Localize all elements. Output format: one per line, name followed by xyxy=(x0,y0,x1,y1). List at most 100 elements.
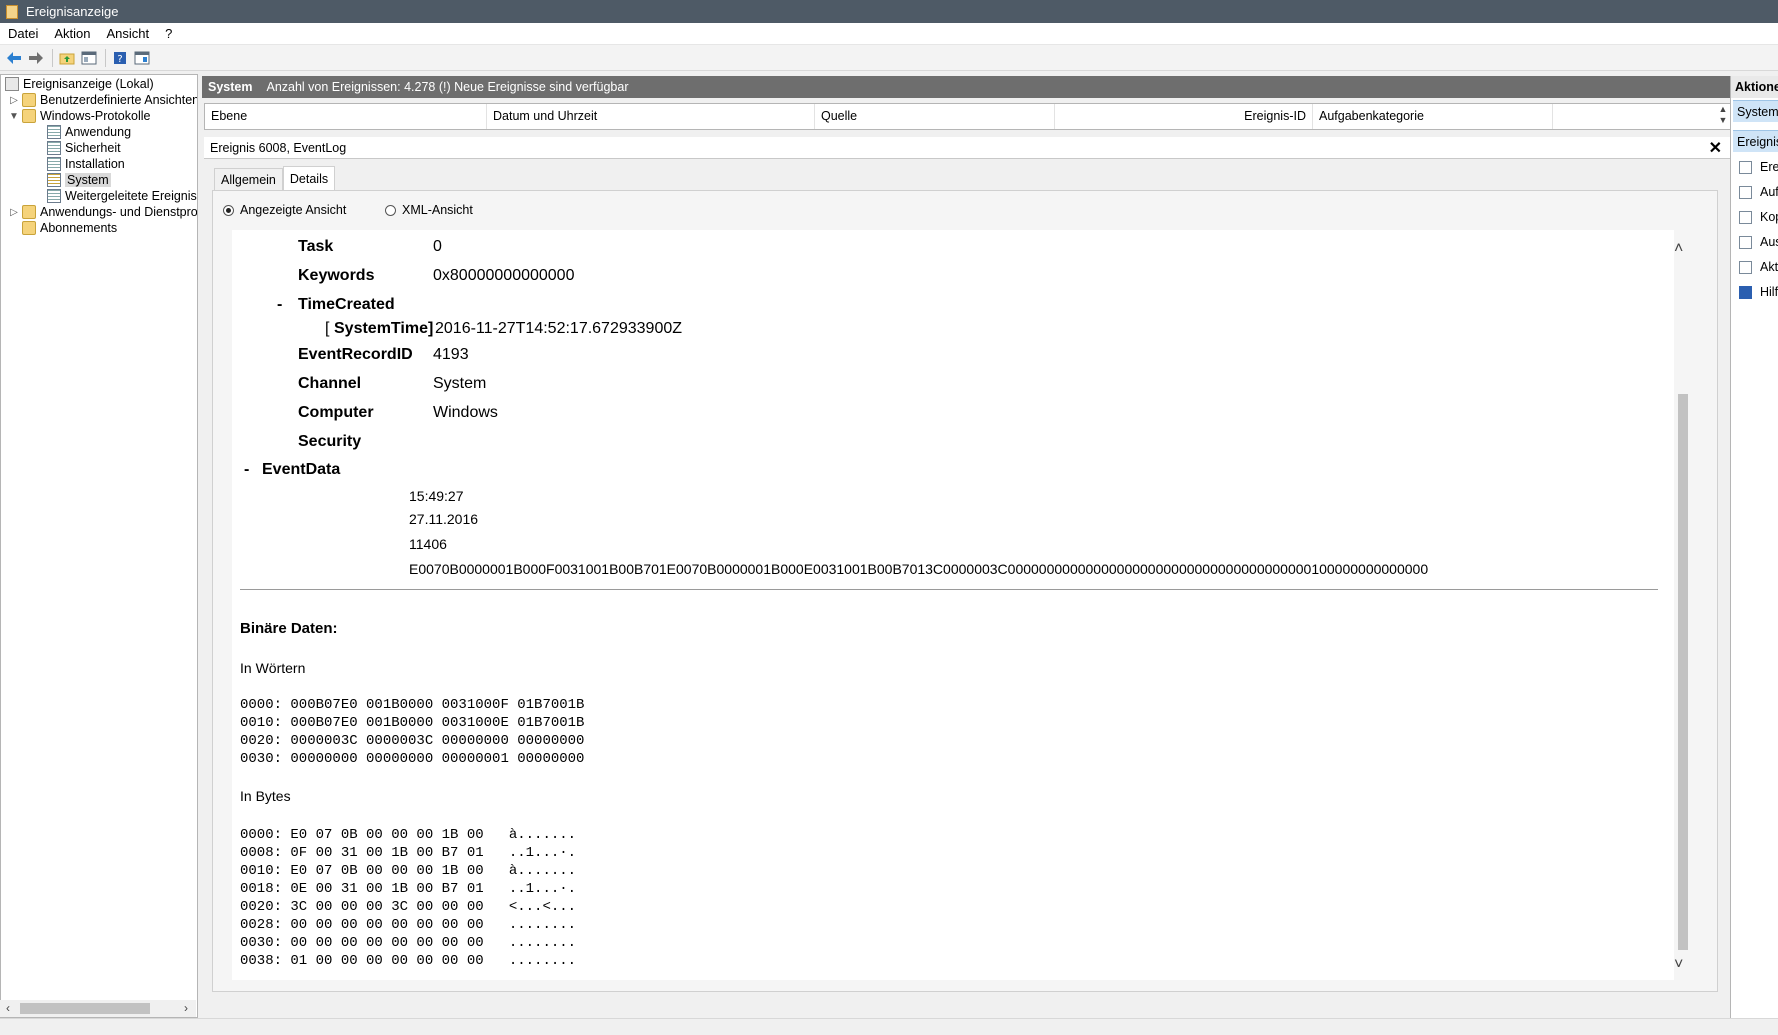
eventdata-collapse-toggle[interactable]: - xyxy=(244,461,249,479)
timecreated-collapse-toggle[interactable]: - xyxy=(277,296,282,314)
forward-arrow-icon[interactable] xyxy=(26,48,46,68)
menu-datei[interactable]: Datei xyxy=(0,26,46,41)
log-icon xyxy=(47,173,61,187)
close-icon[interactable]: ✕ xyxy=(1709,138,1722,158)
scrollbar-thumb[interactable] xyxy=(20,1003,150,1014)
help-icon[interactable]: ? xyxy=(110,48,130,68)
eventdata-value: 27.11.2016 xyxy=(409,511,479,527)
back-arrow-icon[interactable] xyxy=(4,48,24,68)
words-line: 0030: 00000000 00000000 00000001 0000000… xyxy=(240,751,585,767)
words-line: 0010: 000B07E0 001B0000 0031000E 01B7001… xyxy=(240,715,585,731)
actions-section-event[interactable]: Ereignis 6008, EventLog xyxy=(1733,130,1778,152)
eventdata-value: E0070B0000001B000F0031001B00B701E0070B00… xyxy=(409,561,1429,577)
bytes-line: 0038: 01 00 00 00 00 00 00 00 ........ xyxy=(240,953,577,969)
column-quelle[interactable]: Quelle xyxy=(815,104,1055,129)
toolbar-separator xyxy=(105,48,106,67)
field-systemtime-label: SystemTime] xyxy=(334,320,434,337)
tab-allgemein[interactable]: Allgemein xyxy=(214,168,283,190)
show-hide-action-pane-icon[interactable] xyxy=(132,48,152,68)
column-ereignis-id[interactable]: Ereignis-ID xyxy=(1055,104,1313,129)
field-computer-value: Windows xyxy=(433,404,498,421)
column-datum-uhrzeit[interactable]: Datum und Uhrzeit xyxy=(487,104,815,129)
eventdata-label: EventData xyxy=(262,461,341,478)
menu-bar: Datei Aktion Ansicht ? xyxy=(0,23,1778,45)
show-hide-console-tree-icon[interactable] xyxy=(79,48,99,68)
bytes-line: 0000: E0 07 0B 00 00 00 1B 00 à....... xyxy=(240,827,577,843)
scroll-up-chevron-icon[interactable]: ˄ xyxy=(1674,240,1683,258)
event-detail-title: Ereignis 6008, EventLog xyxy=(210,140,347,155)
log-icon xyxy=(47,189,61,203)
toolbar: ? xyxy=(0,45,1778,71)
menu-aktion[interactable]: Aktion xyxy=(46,26,98,41)
actions-header: Aktionen xyxy=(1731,76,1778,98)
up-folder-icon[interactable] xyxy=(57,48,77,68)
action-save-events[interactable]: Ausgewählte Ereignisse speichern... xyxy=(1739,235,1778,249)
event-detail-header: Ereignis 6008, EventLog ✕ xyxy=(204,137,1732,159)
scroll-left-arrow-icon[interactable]: ‹ xyxy=(6,1001,10,1015)
radio-selected-icon[interactable] xyxy=(223,204,234,216)
words-line: 0000: 000B07E0 001B0000 0031000F 01B7001… xyxy=(240,697,585,713)
column-ebene[interactable]: Ebene xyxy=(205,104,487,129)
radio-xml-view[interactable]: XML-Ansicht xyxy=(385,203,473,217)
title-bar: Ereignisanzeige xyxy=(0,0,1778,23)
folder-icon xyxy=(22,205,36,219)
bytes-line: 0018: 0E 00 31 00 1B 00 B7 01 ..1...·. xyxy=(240,881,577,897)
bytes-line: 0020: 3C 00 00 00 3C 00 00 00 <...<... xyxy=(240,899,577,915)
copy-icon xyxy=(1739,210,1752,224)
event-list-header: Ebene Datum und Uhrzeit Quelle Ereignis-… xyxy=(204,103,1732,130)
log-icon xyxy=(47,157,61,171)
field-task-label: Task xyxy=(298,238,334,255)
event-viewer-icon xyxy=(5,77,19,91)
svg-text:?: ? xyxy=(117,54,122,65)
log-icon xyxy=(47,125,61,139)
list-scroll-arrows-icon[interactable]: ▲ ▼ xyxy=(1715,104,1731,129)
task-icon xyxy=(1739,185,1752,199)
folder-icon xyxy=(22,93,36,107)
event-details-content: Task 0 Keywords 0x80000000000000 - TimeC… xyxy=(232,230,1674,980)
console-tree: Ereignisanzeige (Lokal) ▷ Benutzerdefini… xyxy=(0,74,198,1018)
bytes-line: 0010: E0 07 0B 00 00 00 1B 00 à....... xyxy=(240,863,577,879)
log-title: System xyxy=(208,80,253,94)
menu-ansicht[interactable]: Ansicht xyxy=(99,26,158,41)
tab-details[interactable]: Details xyxy=(282,166,336,190)
binary-data-heading: Binäre Daten: xyxy=(240,620,338,637)
details-vertical-scrollbar[interactable]: ˄ ˅ xyxy=(1674,236,1690,976)
subscriptions-icon xyxy=(22,221,36,235)
bytes-line: 0008: 0F 00 31 00 1B 00 B7 01 ..1...·. xyxy=(240,845,577,861)
expand-chevron-icon[interactable]: ▷ xyxy=(9,95,19,106)
expand-chevron-icon[interactable]: ▷ xyxy=(9,207,19,218)
scrollbar-thumb[interactable] xyxy=(1678,394,1688,950)
tree-subscriptions[interactable]: Abonnements xyxy=(22,219,117,237)
action-copy[interactable]: Kopieren xyxy=(1739,210,1778,224)
column-aufgabenkategorie[interactable]: Aufgabenkategorie xyxy=(1313,104,1553,129)
field-channel-value: System xyxy=(433,375,487,392)
field-timecreated-label: TimeCreated xyxy=(298,296,395,313)
tree-horizontal-scrollbar[interactable]: ‹ › xyxy=(0,1000,196,1017)
log-icon xyxy=(47,141,61,155)
refresh-icon xyxy=(1739,260,1752,274)
field-eventrecordid-value: 4193 xyxy=(433,346,469,363)
status-bar xyxy=(0,1018,1778,1035)
folder-icon xyxy=(22,109,36,123)
scroll-down-chevron-icon[interactable]: ˅ xyxy=(1674,956,1683,974)
words-line: 0020: 0000003C 0000003C 00000000 0000000… xyxy=(240,733,585,749)
action-help[interactable]: Hilfe xyxy=(1739,285,1778,299)
radio-friendly-view[interactable]: Angezeigte Ansicht xyxy=(223,203,346,217)
words-heading: In Wörtern xyxy=(240,660,306,676)
collapse-chevron-icon[interactable]: ▼ xyxy=(9,111,19,122)
help-icon xyxy=(1739,285,1752,299)
action-event-properties[interactable]: Ereigniseigenschaften xyxy=(1739,160,1778,174)
eventdata-value: 15:49:27 xyxy=(409,488,464,504)
radio-unselected-icon[interactable] xyxy=(385,204,396,216)
field-keywords-label: Keywords xyxy=(298,267,375,284)
field-security-label: Security xyxy=(298,433,362,450)
properties-icon xyxy=(1739,160,1752,174)
actions-section-system[interactable]: System xyxy=(1733,100,1778,122)
toolbar-separator xyxy=(52,48,53,67)
section-divider xyxy=(240,589,1658,590)
scroll-right-arrow-icon[interactable]: › xyxy=(184,1001,188,1015)
menu-help[interactable]: ? xyxy=(157,26,180,41)
action-attach-task[interactable]: Aufgabe an dieses Ereignis anfügen... xyxy=(1739,185,1778,199)
action-refresh[interactable]: Aktualisieren xyxy=(1739,260,1778,274)
binary-bytes-block: 0000: E0 07 0B 00 00 00 1B 00 à....... 0… xyxy=(240,826,576,970)
